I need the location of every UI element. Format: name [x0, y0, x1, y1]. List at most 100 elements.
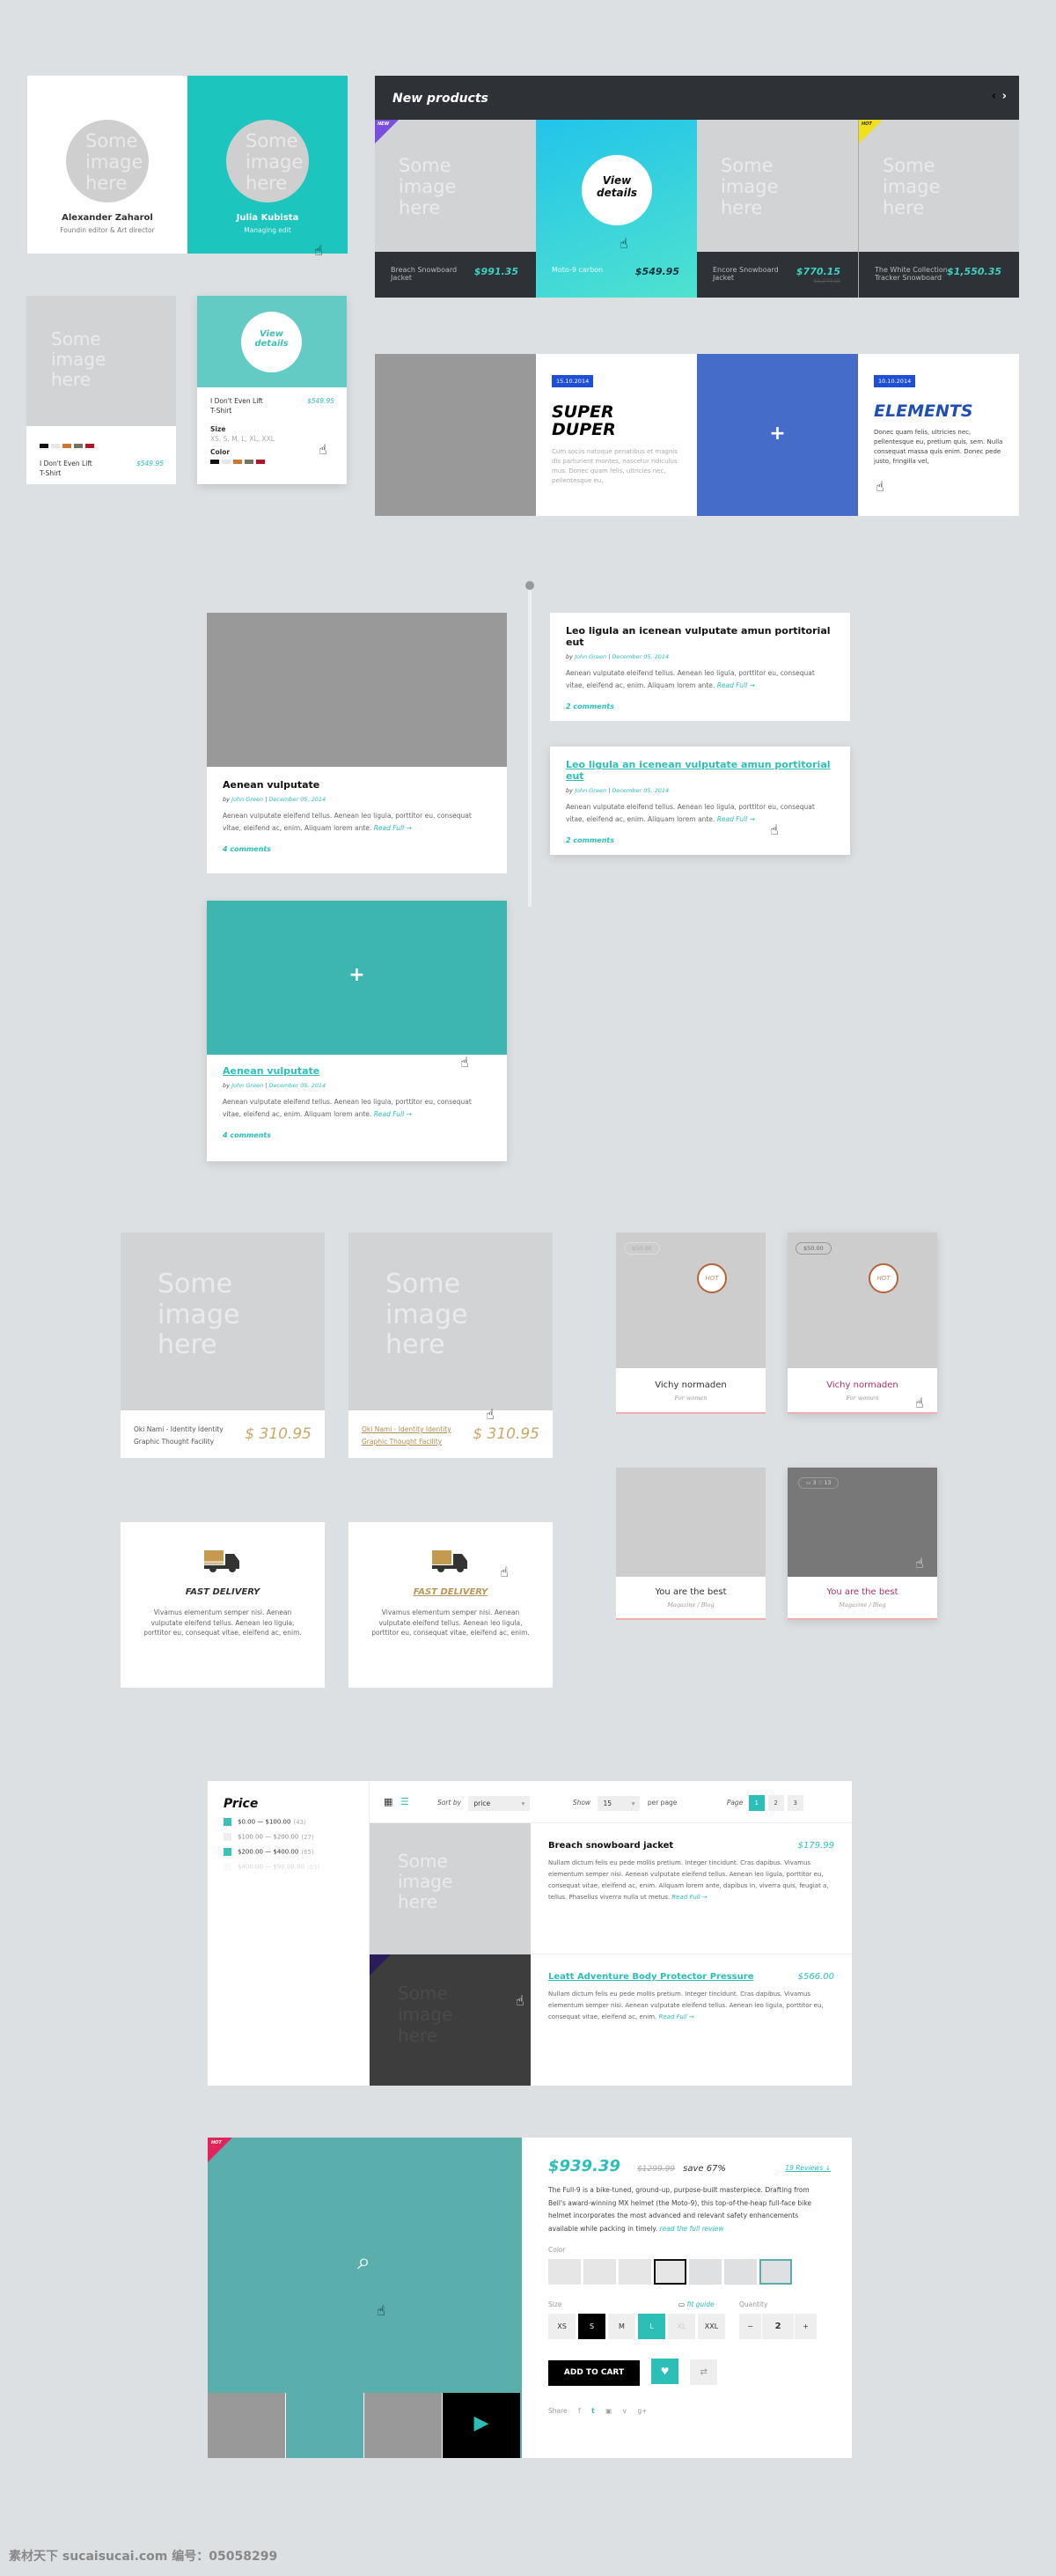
post-title[interactable]: Aenean vulputate: [223, 1065, 491, 1077]
add-to-cart-button[interactable]: ADD TO CART: [548, 2360, 640, 2386]
portfolio-card-hover[interactable]: Some image here Oki Nami - Identity Identi…: [348, 1233, 553, 1458]
team-card-alexander[interactable]: Some image here Alexander Zaharol Foundin …: [27, 76, 187, 254]
plus-icon[interactable]: +: [697, 354, 858, 516]
portfolio-title[interactable]: Oki Nami - Identity Identity: [362, 1425, 451, 1433]
author-link[interactable]: John Green: [575, 653, 606, 660]
color-option[interactable]: [724, 2259, 757, 2285]
page-button[interactable]: 1: [748, 1795, 765, 1811]
price-filter-option[interactable]: $400.00 — $90,00.00 (65): [224, 1863, 353, 1871]
blog-tile-hover[interactable]: ▭ 3 ♡ 13 ☝ You are the best Magazine / B…: [788, 1468, 937, 1620]
author-link[interactable]: John Green: [575, 787, 606, 794]
product-item-active[interactable]: View details ☝ Moto-9 carbon $549.95: [536, 120, 697, 298]
timeline-post[interactable]: Leo ligula an icenean vulputate amun por…: [550, 613, 850, 721]
color-swatch[interactable]: [51, 444, 60, 448]
color-swatch[interactable]: [222, 460, 231, 464]
color-swatch[interactable]: [210, 460, 219, 464]
comments-link[interactable]: 2 comments: [566, 836, 834, 844]
feature-box[interactable]: FAST DELIVERY Vivamus elementum semper n…: [121, 1522, 325, 1688]
item-title[interactable]: Leatt Adventure Body Protector Pressure: [548, 1972, 834, 1982]
item-title[interactable]: Breach snowboard jacket: [548, 1841, 834, 1851]
read-full-link[interactable]: Read Full →: [374, 1110, 412, 1118]
tile-title[interactable]: You are the best: [788, 1577, 937, 1597]
date-link[interactable]: December 05, 2014: [268, 1082, 326, 1089]
checkbox[interactable]: [224, 1863, 231, 1871]
size-option[interactable]: S: [578, 2314, 605, 2339]
product-item[interactable]: Some image here HOT The White Collection Tr…: [858, 120, 1019, 298]
plus-icon[interactable]: +: [207, 901, 507, 1055]
color-swatch[interactable]: [40, 444, 48, 448]
timeline-post-hover[interactable]: + Aenean vulputate by John Green | Decem…: [207, 901, 507, 1161]
compare-button[interactable]: ⇄: [690, 2359, 718, 2385]
wishlist-button[interactable]: ♥: [651, 2359, 679, 2384]
zoom-icon[interactable]: ⌕: [357, 2248, 370, 2275]
read-full-link[interactable]: Read Full →: [717, 815, 755, 823]
color-swatch[interactable]: [62, 444, 71, 448]
product-tile-hover[interactable]: $50.00 HOT Vichy normaden For women ☝: [788, 1233, 937, 1414]
checkbox[interactable]: [224, 1833, 231, 1841]
list-item[interactable]: Breach snowboard jacket $179.99 Nullam d…: [531, 1823, 852, 1954]
thumbnail-active[interactable]: [286, 2393, 363, 2458]
color-option[interactable]: [689, 2259, 722, 2285]
list-view-icon[interactable]: ☰: [400, 1796, 409, 1807]
facebook-icon[interactable]: f: [578, 2407, 581, 2415]
comments-link[interactable]: 2 comments: [566, 703, 834, 710]
date-link[interactable]: December 05, 2014: [612, 653, 669, 660]
color-swatch[interactable]: [85, 444, 94, 448]
chevron-right-icon[interactable]: ›: [1002, 90, 1007, 103]
checkbox-checked[interactable]: [224, 1818, 231, 1826]
color-swatch[interactable]: [245, 460, 253, 464]
color-option[interactable]: [619, 2259, 651, 2285]
size-option[interactable]: L: [638, 2314, 665, 2339]
reviews-link[interactable]: 19 Reviews ↓: [785, 2164, 831, 2172]
post-title[interactable]: Leo ligula an icenean vulputate amun por…: [566, 759, 834, 782]
product-main-image[interactable]: ⌕ ☝: [208, 2138, 520, 2393]
price-filter-option[interactable]: $200.00 — $400.00 (65): [224, 1848, 353, 1856]
author-link[interactable]: John Green: [231, 1082, 263, 1089]
read-full-link[interactable]: Read Full →: [671, 1894, 707, 1901]
shop-card[interactable]: Some image here I Don't Even Lift T-Shirt $…: [26, 296, 176, 484]
quantity-value[interactable]: 2: [762, 2314, 795, 2339]
youtube-icon[interactable]: ▣: [605, 2407, 612, 2415]
product-tile[interactable]: $50.00 HOT Vichy normaden For women: [616, 1233, 766, 1414]
color-option-hover[interactable]: [759, 2259, 792, 2285]
price-filter-option[interactable]: $100.00 — $200.00 (27): [224, 1833, 353, 1841]
per-page-select[interactable]: 15 ▾: [598, 1795, 641, 1811]
color-swatch[interactable]: [256, 460, 265, 464]
color-swatch[interactable]: [233, 460, 242, 464]
read-full-link[interactable]: Read Full →: [658, 2013, 693, 2020]
color-swatch[interactable]: [74, 444, 83, 448]
author-link[interactable]: John Green: [231, 796, 263, 803]
shop-card-hover[interactable]: View details I Don't Even Lift T-Shirt $54…: [197, 296, 347, 484]
feature-title[interactable]: FAST DELIVERY: [348, 1587, 553, 1597]
portfolio-card[interactable]: Some image here Oki Nami - Identity Identi…: [121, 1233, 325, 1458]
date-link[interactable]: December 05, 2014: [612, 787, 669, 794]
twitter-icon[interactable]: t: [591, 2407, 595, 2415]
size-option[interactable]: XXL: [698, 2314, 725, 2339]
comments-link[interactable]: 4 comments: [223, 1131, 491, 1139]
fit-guide-link[interactable]: ▭ fit guide: [678, 2300, 715, 2308]
read-full-link[interactable]: Read Full →: [374, 824, 412, 832]
color-option[interactable]: [583, 2259, 616, 2285]
feature-box-hover[interactable]: FAST DELIVERY Vivamus elementum semper n…: [348, 1522, 553, 1688]
play-icon[interactable]: ▶: [474, 2412, 489, 2434]
date-link[interactable]: December 05, 2014: [268, 796, 326, 803]
team-card-julia[interactable]: Some image here Julia Kubista Managing edi…: [187, 76, 348, 259]
post-title[interactable]: Aenean vulputate: [223, 779, 491, 791]
color-option-selected[interactable]: [654, 2259, 686, 2285]
checkbox-checked[interactable]: [224, 1848, 231, 1856]
decrement-button[interactable]: −: [739, 2314, 762, 2339]
sort-select[interactable]: price ▾: [468, 1795, 531, 1811]
product-item[interactable]: Some image here Encore Snowboard Jacket $770…: [697, 120, 858, 298]
vimeo-icon[interactable]: v: [623, 2407, 627, 2415]
post-title[interactable]: Leo ligula an icenean vulputate amun por…: [566, 625, 834, 648]
blog-strip-card[interactable]: 10.10.2014 ELEMENTS Donec quam felis, ul…: [858, 354, 1019, 516]
color-option[interactable]: [548, 2259, 581, 2285]
thumbnail[interactable]: [364, 2393, 442, 2458]
size-option[interactable]: XS: [548, 2314, 576, 2339]
google-plus-icon[interactable]: g+: [637, 2407, 647, 2415]
blog-strip-card[interactable]: 15.10.2014 SUPER DUPER Cum sociis natoque…: [536, 354, 697, 516]
tile-title[interactable]: Vichy normaden: [788, 1368, 937, 1390]
quantity-stepper[interactable]: −2 +: [739, 2314, 818, 2339]
chevron-left-icon[interactable]: ‹: [992, 90, 996, 103]
read-full-link[interactable]: Read Full →: [717, 681, 755, 689]
